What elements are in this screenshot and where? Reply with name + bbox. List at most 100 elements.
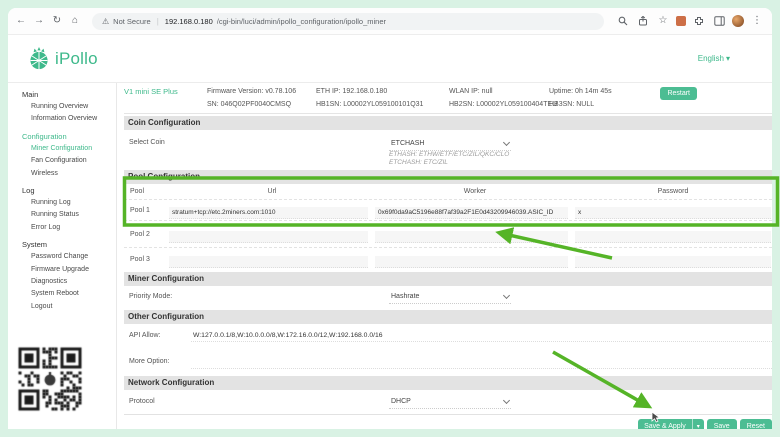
protocol-value: DHCP [391, 398, 411, 405]
reset-button[interactable]: Reset [740, 419, 772, 429]
priority-mode-row: Priority Mode: Hashrate [124, 286, 772, 308]
pool2-password-input[interactable] [575, 231, 771, 243]
ipollo-logo: iPollo [28, 47, 98, 71]
home-icon[interactable]: ⌂ [68, 14, 82, 28]
sidebar-item-system-reboot[interactable]: System Reboot [22, 288, 116, 300]
coin-hint-ethash: ETHASH: ETHW/ETF/ETC/ZIL/QKC/CLO [389, 151, 509, 158]
pool1-label: Pool 1 [124, 207, 169, 214]
chevron-down-icon [503, 291, 510, 298]
bookmark-star-icon[interactable]: ☆ [656, 14, 670, 28]
pool2-label: Pool 2 [124, 231, 169, 238]
profile-avatar[interactable] [732, 15, 744, 27]
pool-table-header: Pool Url Worker Password [124, 184, 772, 199]
api-allow-label: API Allow: [129, 332, 161, 339]
hb3-serial: HB3SN: NULL [549, 101, 594, 108]
sidebar-item-wireless[interactable]: Wireless [22, 168, 116, 180]
url-domain: 192.168.0.180 [165, 17, 213, 26]
chevron-down-icon [503, 138, 510, 145]
extension-icon[interactable] [676, 16, 686, 26]
device-info-bar: V1 mini SE Plus Firmware Version: v0.78.… [124, 83, 772, 114]
sidebar-item-logout[interactable]: Logout [22, 301, 116, 313]
pool3-url-input[interactable] [169, 256, 368, 268]
sidebar-item-firmware-upgrade[interactable]: Firmware Upgrade [22, 264, 116, 276]
pool3-worker-input[interactable] [375, 256, 568, 268]
restart-button[interactable]: Restart [660, 87, 697, 100]
qr-code [14, 343, 86, 415]
language-label: English [698, 54, 724, 63]
pool1-password-input[interactable] [575, 207, 771, 219]
protocol-row: Protocol DHCP [124, 390, 772, 414]
site-header: iPollo English ▾ [8, 35, 772, 83]
priority-mode-value: Hashrate [391, 293, 419, 300]
share-icon[interactable] [636, 14, 650, 28]
sidebar-item-fan-configuration[interactable]: Fan Configuration [22, 155, 116, 167]
browser-chrome: ← → ↻ ⌂ ⚠ Not Secure | 192.168.0.180 /cg… [8, 8, 772, 35]
hb1-serial: HB1SN: L00002YL059100101Q31 [316, 101, 423, 108]
sidebar-group-log: Log [22, 185, 116, 197]
url-path: /cgi-bin/luci/admin/ipollo_configuration… [217, 17, 386, 26]
reload-icon[interactable]: ↻ [50, 14, 64, 28]
main-content: V1 mini SE Plus Firmware Version: v0.78.… [117, 83, 772, 429]
sidebar-group-system: System [22, 239, 116, 251]
protocol-dropdown[interactable]: DHCP [389, 395, 511, 409]
device-model: V1 mini SE Plus [124, 87, 178, 96]
coin-select-value: ETCHASH [391, 140, 424, 147]
save-apply-button[interactable]: Save & Apply [638, 419, 692, 429]
priority-mode-dropdown[interactable]: Hashrate [389, 290, 511, 304]
other-configuration-title: Other Configuration [124, 310, 772, 324]
sidebar-group-configuration: Configuration [22, 131, 116, 143]
save-apply-dropdown-button[interactable]: ▾ [692, 419, 704, 429]
sidebar-item-error-log[interactable]: Error Log [22, 222, 116, 234]
side-panel-icon[interactable] [712, 14, 726, 28]
sidebar-item-running-log[interactable]: Running Log [22, 197, 116, 209]
firmware-version: Firmware Version: v0.78.106 [207, 88, 296, 95]
browser-window: ← → ↻ ⌂ ⚠ Not Secure | 192.168.0.180 /cg… [8, 8, 772, 429]
more-option-label: More Option: [129, 358, 169, 365]
pool2-url-input[interactable] [169, 231, 368, 243]
priority-mode-label: Priority Mode: [129, 293, 172, 300]
pool-table: Pool Url Worker Password Pool 1 Pool 2 [124, 184, 772, 270]
chrome-toolbar-right: ☆ ⋮ [616, 14, 766, 28]
coin-select-dropdown[interactable]: ETCHASH [389, 137, 511, 151]
search-icon[interactable] [616, 14, 630, 28]
sidebar-item-password-change[interactable]: Password Change [22, 251, 116, 263]
address-divider: | [157, 17, 159, 26]
forward-icon[interactable]: → [32, 14, 46, 28]
select-coin-row: Select Coin ETCHASH ETHASH: ETHW/ETF/ETC… [124, 130, 772, 168]
pool2-worker-input[interactable] [375, 231, 568, 243]
pool3-label: Pool 3 [124, 256, 169, 263]
pool1-url-input[interactable] [169, 207, 368, 219]
pool-row-1: Pool 1 [124, 199, 772, 220]
coin-configuration-title: Coin Configuration [124, 116, 772, 130]
not-secure-warning-icon: ⚠ [102, 17, 109, 26]
chevron-down-icon [503, 396, 510, 403]
more-option-row: More Option: [124, 348, 772, 374]
kebab-menu-icon[interactable]: ⋮ [750, 14, 764, 28]
back-icon[interactable]: ← [14, 14, 28, 28]
language-selector[interactable]: English ▾ [698, 54, 730, 63]
puzzle-extensions-icon[interactable] [692, 14, 706, 28]
serial-number: SN: 046Q02PF0040CMSQ [207, 101, 291, 108]
pool-row-2: Pool 2 [124, 220, 772, 247]
sidebar-item-diagnostics[interactable]: Diagnostics [22, 276, 116, 288]
screenshot-root: { "browser": { "security_label": "Not Se… [0, 0, 780, 437]
pool-configuration-title: Pool Configuration [124, 170, 772, 184]
api-allow-row: API Allow: [124, 324, 772, 348]
web-page: iPollo English ▾ Main Running Overview I… [8, 35, 772, 429]
sidebar-item-running-status[interactable]: Running Status [22, 209, 116, 221]
save-button[interactable]: Save [707, 419, 737, 429]
select-coin-label: Select Coin [129, 139, 165, 146]
pool3-password-input[interactable] [575, 256, 771, 268]
eth-ip: ETH IP: 192.168.0.180 [316, 88, 387, 95]
sidebar-nav: Main Running Overview Information Overvi… [8, 83, 117, 429]
sidebar-item-miner-configuration[interactable]: Miner Configuration [22, 143, 116, 155]
wlan-ip: WLAN IP: null [449, 88, 493, 95]
sidebar-item-information-overview[interactable]: Information Overview [22, 113, 116, 125]
address-bar[interactable]: ⚠ Not Secure | 192.168.0.180 /cgi-bin/lu… [92, 13, 604, 30]
more-option-input[interactable] [191, 356, 772, 369]
uptime: Uptime: 0h 14m 45s [549, 88, 612, 95]
action-buttons-bar: Save & Apply ▾ Save Reset [124, 414, 772, 429]
sidebar-item-running-overview[interactable]: Running Overview [22, 101, 116, 113]
pool1-worker-input[interactable] [375, 207, 568, 219]
api-allow-input[interactable] [191, 329, 772, 342]
